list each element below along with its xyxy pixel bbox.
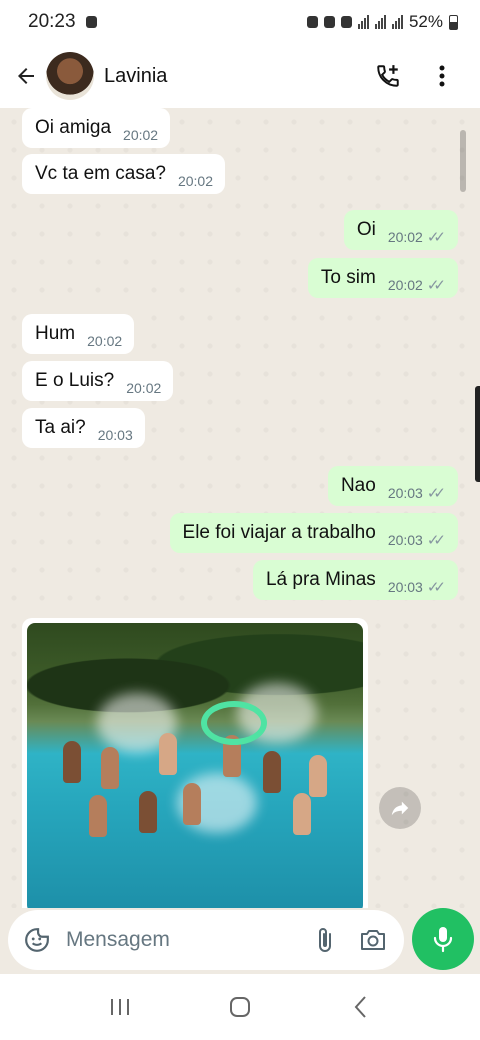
- message-bubble[interactable]: Ele foi viajar a trabalho 20:03 ✓✓: [169, 513, 458, 553]
- chat-header: Lavinia: [0, 44, 480, 108]
- screen-record-icon: [85, 16, 97, 28]
- battery-icon: [449, 14, 458, 30]
- read-ticks-icon: ✓✓: [426, 532, 446, 549]
- pool-photo[interactable]: [27, 623, 363, 908]
- message-bubble[interactable]: Hum 20:02: [22, 314, 135, 354]
- message-bubble[interactable]: To sim 20:02 ✓✓: [307, 258, 458, 298]
- photo-person: [293, 793, 311, 835]
- edge-panel-handle[interactable]: [475, 386, 480, 482]
- message-time: 20:03: [387, 532, 423, 548]
- read-ticks-icon: ✓✓: [426, 229, 446, 246]
- photo-person: [309, 755, 327, 797]
- message-time: 20:03: [387, 485, 423, 501]
- scrollbar[interactable]: [460, 130, 466, 192]
- photo-person: [263, 751, 281, 793]
- attach-icon[interactable]: [308, 923, 342, 957]
- sticker-icon[interactable]: [22, 925, 52, 955]
- message-bubble[interactable]: E o Luis? 20:02: [22, 361, 174, 401]
- photo-person: [63, 741, 81, 783]
- status-bar: 20:23 52%: [0, 0, 480, 44]
- message-text: E o Luis?: [35, 370, 115, 391]
- message-time: 20:02: [387, 229, 423, 245]
- back-arrow-icon[interactable]: [8, 56, 44, 96]
- highlight-circle: [201, 701, 267, 745]
- mic-icon[interactable]: [412, 908, 474, 970]
- avatar[interactable]: [46, 52, 94, 100]
- message-time: 20:02: [123, 127, 159, 143]
- message-bubble[interactable]: Oi amiga 20:02: [22, 108, 171, 148]
- message-text: Vc ta em casa?: [35, 163, 166, 184]
- photo-person: [183, 783, 201, 825]
- add-call-icon[interactable]: [370, 58, 406, 94]
- message-time: 20:02: [177, 173, 213, 189]
- message-time: 20:02: [87, 333, 123, 349]
- read-ticks-icon: ✓✓: [426, 485, 446, 502]
- message-time: 20:03: [387, 579, 423, 595]
- photo-person: [139, 791, 157, 833]
- message-text: Oi amiga: [35, 117, 112, 138]
- read-ticks-icon: ✓✓: [426, 579, 446, 596]
- mute-icon: [340, 16, 352, 28]
- message-bubble[interactable]: Ta ai? 20:03: [22, 408, 145, 448]
- more-options-icon[interactable]: [424, 58, 460, 94]
- message-input[interactable]: [66, 928, 276, 952]
- wifi-icon: [357, 15, 369, 29]
- alarm-icon: [323, 16, 335, 28]
- signal-2-icon: [391, 15, 403, 29]
- message-text: Nao: [340, 475, 376, 496]
- nav-back-icon[interactable]: [336, 983, 384, 1031]
- message-text: To sim: [320, 267, 376, 288]
- message-time: 20:02: [387, 277, 423, 293]
- message-input-container[interactable]: [8, 910, 404, 970]
- message-time: 20:03: [97, 427, 133, 443]
- camera-icon[interactable]: [356, 923, 390, 957]
- signal-icon: [374, 15, 386, 29]
- chat-area[interactable]: Oi amiga 20:02 Vc ta em casa? 20:02 Oi 2…: [0, 108, 480, 908]
- message-time: 20:02: [126, 380, 162, 396]
- message-text: Ta ai?: [35, 417, 86, 438]
- message-text: Oi: [356, 219, 376, 240]
- message-bubble[interactable]: Lá pra Minas 20:03 ✓✓: [252, 560, 458, 600]
- status-time: 20:23: [28, 11, 76, 32]
- home-icon[interactable]: [216, 983, 264, 1031]
- message-text: Ele foi viajar a trabalho: [182, 522, 376, 543]
- photo-person: [101, 747, 119, 789]
- photo-message[interactable]: [22, 618, 368, 908]
- message-bubble[interactable]: Vc ta em casa? 20:02: [22, 154, 225, 194]
- notification-icon: [306, 16, 318, 28]
- message-text: Hum: [35, 323, 76, 344]
- composer: [0, 908, 480, 974]
- message-text: Lá pra Minas: [265, 569, 376, 590]
- contact-name[interactable]: Lavinia: [104, 65, 167, 88]
- battery-percent: 52%: [408, 12, 443, 31]
- recent-apps-icon[interactable]: [96, 983, 144, 1031]
- photo-person: [89, 795, 107, 837]
- read-ticks-icon: ✓✓: [426, 277, 446, 294]
- system-nav-bar: [0, 974, 480, 1040]
- message-bubble[interactable]: Nao 20:03 ✓✓: [327, 466, 458, 506]
- forward-icon[interactable]: [379, 787, 421, 829]
- photo-person: [159, 733, 177, 775]
- message-bubble[interactable]: Oi 20:02 ✓✓: [343, 210, 458, 250]
